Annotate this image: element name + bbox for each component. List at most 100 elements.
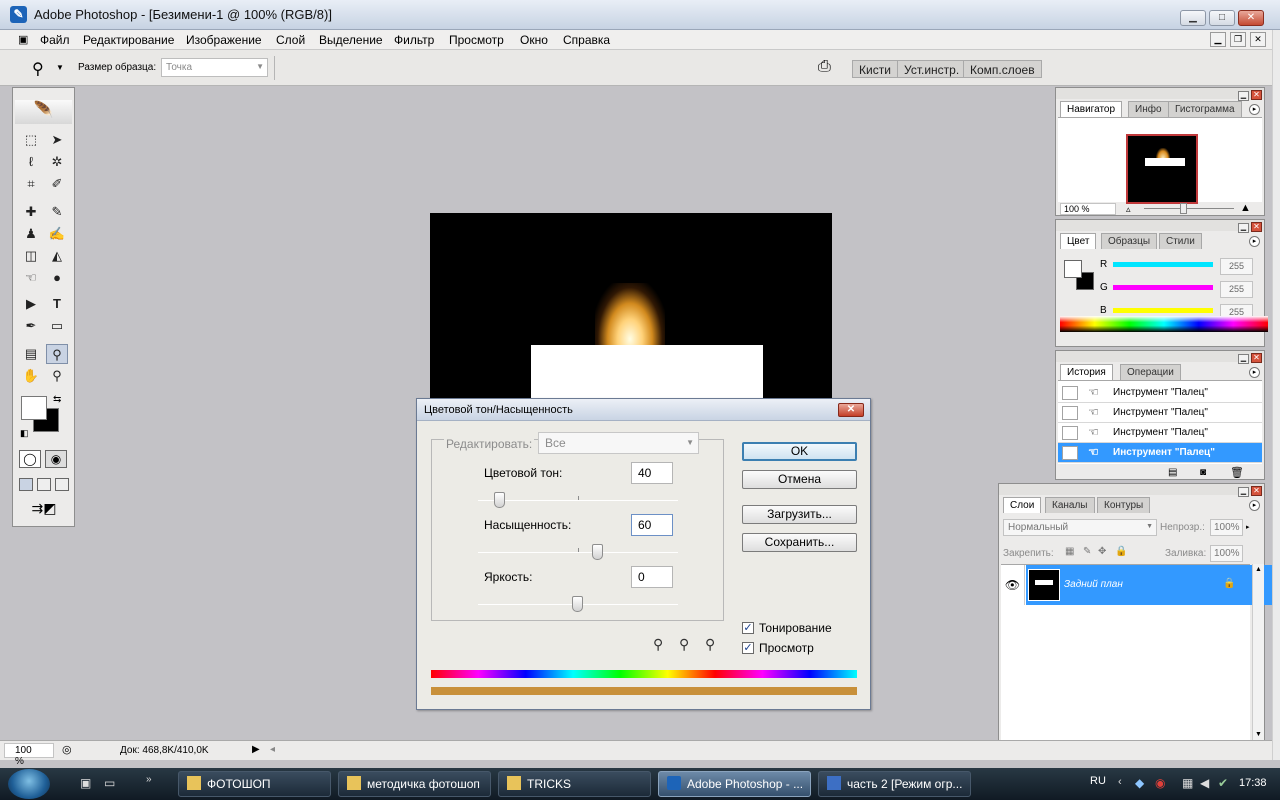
maximize-button[interactable]: □ bbox=[1209, 10, 1235, 26]
screen-mode-full-menu-icon[interactable] bbox=[37, 478, 51, 491]
start-button[interactable] bbox=[8, 769, 50, 799]
healing-brush-tool-icon[interactable]: ✚ bbox=[20, 202, 42, 222]
lasso-tool-icon[interactable]: ℓ bbox=[20, 152, 42, 172]
tray-shield-icon[interactable]: ✔ bbox=[1218, 776, 1228, 790]
tab-swatches[interactable]: Образцы bbox=[1101, 233, 1158, 249]
swap-colors-icon[interactable]: ⇆ bbox=[53, 394, 61, 405]
sample-size-select[interactable]: Точка ▼ bbox=[161, 58, 268, 77]
quick-launch-desktop-icon[interactable]: ▣ bbox=[80, 776, 91, 790]
saturation-slider-thumb[interactable] bbox=[592, 544, 603, 560]
panel-minimize-button[interactable]: ▁ bbox=[1238, 91, 1249, 101]
standard-mode-icon[interactable]: ◯ bbox=[19, 450, 41, 468]
new-document-from-state-icon[interactable]: ▤ bbox=[1168, 467, 1177, 478]
eraser-tool-icon[interactable]: ◫ bbox=[20, 246, 42, 266]
history-item[interactable]: ☜ Инструмент "Палец" bbox=[1058, 383, 1262, 403]
tab-info[interactable]: Инфо bbox=[1128, 101, 1169, 117]
lock-transparency-icon[interactable]: ▦ bbox=[1065, 546, 1074, 557]
taskbar-item-folder[interactable]: методичка фотошоп bbox=[338, 771, 491, 797]
eyedropper-icon[interactable]: ⚲ bbox=[653, 636, 663, 653]
tray-expand-icon[interactable]: ‹ bbox=[1118, 776, 1122, 788]
red-value-field[interactable]: 255 bbox=[1220, 258, 1253, 275]
hue-slider[interactable] bbox=[478, 492, 678, 508]
preview-checkbox[interactable]: ✓ bbox=[742, 642, 754, 654]
cancel-button[interactable]: Отмена bbox=[742, 470, 857, 489]
layers-scrollbar[interactable]: ▲ ▼ bbox=[1252, 564, 1264, 740]
magic-wand-tool-icon[interactable]: ✲ bbox=[46, 152, 68, 172]
foreground-color-swatch[interactable] bbox=[1064, 260, 1082, 278]
menu-select[interactable]: Выделение bbox=[319, 33, 383, 47]
save-button[interactable]: Сохранить... bbox=[742, 533, 857, 552]
default-colors-icon[interactable]: ◧ bbox=[20, 428, 29, 439]
colorize-checkbox[interactable]: ✓ bbox=[742, 622, 754, 634]
menu-window[interactable]: Окно bbox=[520, 33, 548, 47]
ok-button[interactable]: OK bbox=[742, 442, 857, 461]
panel-minimize-button[interactable]: ▁ bbox=[1238, 354, 1249, 364]
shape-tool-icon[interactable]: ▭ bbox=[46, 316, 68, 336]
tab-channels[interactable]: Каналы bbox=[1045, 497, 1095, 513]
menu-layer[interactable]: Слой bbox=[276, 33, 305, 47]
tab-styles[interactable]: Стили bbox=[1159, 233, 1202, 249]
palette-well-tab-layer-comps[interactable]: Комп.слоев bbox=[963, 60, 1042, 78]
foreground-color-swatch[interactable] bbox=[21, 396, 47, 420]
burn-tool-icon[interactable]: ● bbox=[46, 268, 68, 288]
dialog-close-button[interactable]: ✕ bbox=[838, 403, 864, 417]
status-info-icon[interactable]: ◎ bbox=[62, 743, 72, 756]
vertical-scrollbar[interactable] bbox=[1272, 30, 1280, 760]
taskbar-item-photoshop[interactable]: Adobe Photoshop - ... bbox=[658, 771, 811, 797]
palette-well-tab-tool-presets[interactable]: Уст.инстр. bbox=[897, 60, 967, 78]
menu-image[interactable]: Изображение bbox=[186, 33, 262, 47]
hue-input[interactable]: 40 bbox=[631, 462, 673, 484]
history-item-selected[interactable]: ☜ Инструмент "Палец" bbox=[1058, 443, 1262, 463]
tab-navigator[interactable]: Навигатор bbox=[1060, 101, 1123, 117]
marquee-tool-icon[interactable]: ⬚ bbox=[20, 130, 42, 150]
eye-visibility-icon[interactable]: 👁 bbox=[1001, 565, 1025, 605]
color-ramp[interactable] bbox=[1060, 316, 1268, 332]
clone-stamp-tool-icon[interactable]: ♟ bbox=[20, 224, 42, 244]
zoom-out-icon[interactable]: ▵ bbox=[1126, 204, 1131, 215]
type-tool-icon[interactable]: T bbox=[46, 294, 68, 314]
panel-menu-icon[interactable]: ▸ bbox=[1249, 236, 1260, 247]
lock-image-icon[interactable]: ✎ bbox=[1083, 546, 1091, 557]
jump-to-imageready-icon[interactable]: ⇉◩ bbox=[21, 500, 67, 520]
green-value-field[interactable]: 255 bbox=[1220, 281, 1253, 298]
taskbar-item-word[interactable]: часть 2 [Режим огр... bbox=[818, 771, 971, 797]
menu-file[interactable]: Файл bbox=[40, 33, 70, 47]
palette-well-tab-brushes[interactable]: Кисти bbox=[852, 60, 898, 78]
quick-launch-window-icon[interactable]: ▭ bbox=[104, 776, 115, 790]
screen-mode-full-icon[interactable] bbox=[55, 478, 69, 491]
tray-app-icon[interactable]: ◆ bbox=[1135, 776, 1144, 790]
tab-color[interactable]: Цвет bbox=[1060, 233, 1097, 249]
lightness-input[interactable]: 0 bbox=[631, 566, 673, 588]
panel-menu-icon[interactable]: ▸ bbox=[1249, 367, 1260, 378]
panel-close-button[interactable]: ✕ bbox=[1251, 90, 1262, 100]
slice-tool-icon[interactable]: ✐ bbox=[46, 174, 68, 194]
smudge-tool-icon[interactable]: ☜ bbox=[20, 268, 42, 288]
load-button[interactable]: Загрузить... bbox=[742, 505, 857, 524]
opacity-field[interactable]: 100% bbox=[1210, 519, 1243, 536]
screen-mode-standard-icon[interactable] bbox=[19, 478, 33, 491]
tab-layers[interactable]: Слои bbox=[1003, 497, 1042, 513]
navigator-preview[interactable] bbox=[1126, 134, 1198, 204]
saturation-input[interactable]: 60 bbox=[631, 514, 673, 536]
new-snapshot-icon[interactable]: ◙ bbox=[1200, 467, 1206, 478]
quick-launch-more-icon[interactable]: » bbox=[146, 774, 152, 785]
lock-all-icon[interactable]: 🔒 bbox=[1115, 546, 1127, 557]
tab-paths[interactable]: Контуры bbox=[1097, 497, 1151, 513]
panel-menu-icon[interactable]: ▸ bbox=[1249, 500, 1260, 511]
taskbar-item-folder[interactable]: ФОТОШОП bbox=[178, 771, 331, 797]
fill-field[interactable]: 100% bbox=[1210, 545, 1243, 562]
menu-help[interactable]: Справка bbox=[563, 33, 610, 47]
tray-volume-icon[interactable]: ◀ bbox=[1200, 776, 1209, 790]
history-brush-tool-icon[interactable]: ✍ bbox=[46, 224, 68, 244]
eyedropper-tool-preset-icon[interactable]: ⚲ bbox=[32, 59, 44, 79]
eyedropper-minus-icon[interactable]: ⚲ bbox=[705, 636, 715, 653]
menu-view[interactable]: Просмотр bbox=[449, 33, 504, 47]
tool-preset-chevron-down-icon[interactable]: ▼ bbox=[56, 63, 64, 72]
crop-tool-icon[interactable]: ⌗ bbox=[20, 174, 42, 194]
eyedropper-plus-icon[interactable]: ⚲ bbox=[679, 636, 689, 653]
menu-filter[interactable]: Фильтр bbox=[394, 33, 434, 47]
document-canvas[interactable] bbox=[430, 213, 832, 413]
navigator-zoom-thumb[interactable] bbox=[1180, 203, 1187, 214]
tab-histogram[interactable]: Гистограмма bbox=[1168, 101, 1242, 117]
history-item[interactable]: ☜ Инструмент "Палец" bbox=[1058, 423, 1262, 443]
